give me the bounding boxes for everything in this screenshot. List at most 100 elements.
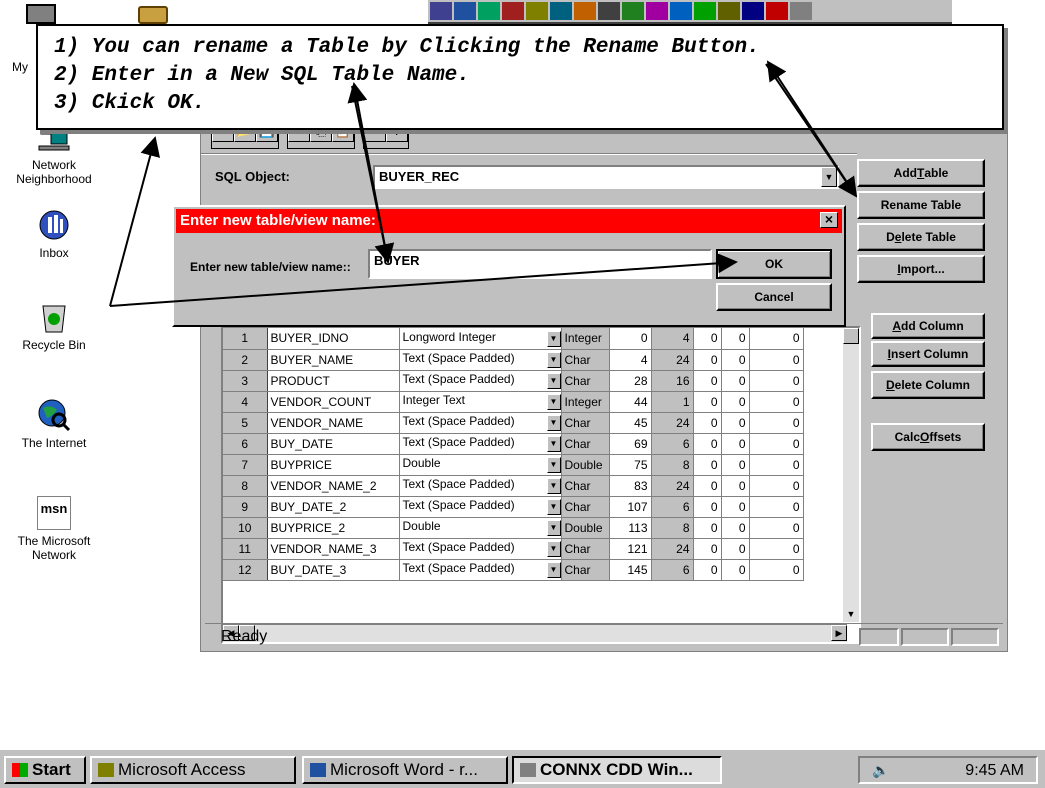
grid-cell-n[interactable]: 5 [223,412,268,434]
grid-cell-type[interactable]: Longword Integer ▼ [399,328,562,350]
grid-cell-d[interactable]: 0 [693,349,722,371]
grid-cell-a[interactable]: 0 [749,391,804,413]
grid-cell-n[interactable]: 1 [223,328,268,350]
grid-cell-type[interactable]: Text (Space Padded) ▼ [399,475,562,497]
grid-cell-type[interactable]: Text (Space Padded) ▼ [399,370,562,392]
insert-column-button[interactable]: Insert Column [871,341,985,367]
grid-cell-name[interactable]: BUY_DATE_3 [267,559,400,581]
grid-cell-off[interactable]: 44 [609,391,652,413]
grid-cell-len[interactable]: 8 [651,454,694,476]
grid-cell-d[interactable]: 0 [693,538,722,560]
grid-cell-off[interactable]: 4 [609,349,652,371]
grid-cell-off[interactable]: 28 [609,370,652,392]
chevron-down-icon[interactable]: ▼ [546,352,561,368]
grid-cell-s[interactable]: 0 [721,328,750,350]
chevron-down-icon[interactable]: ▼ [546,541,561,557]
desktop-icon-inbox[interactable]: Inbox [4,208,104,260]
grid-cell-sql[interactable]: Char [561,433,610,455]
shortcut-icon[interactable] [598,2,620,20]
grid-cell-name[interactable]: BUYER_IDNO [267,328,400,350]
grid-cell-len[interactable]: 6 [651,496,694,518]
shortcut-icon[interactable] [766,2,788,20]
chevron-down-icon[interactable]: ▼ [546,394,561,410]
grid-cell-len[interactable]: 6 [651,433,694,455]
grid-cell-a[interactable]: 0 [749,412,804,434]
table-name-input[interactable]: BUYER [368,249,712,279]
grid-cell-n[interactable]: 9 [223,496,268,518]
grid-cell-type[interactable]: Text (Space Padded) ▼ [399,496,562,518]
shortcut-icon[interactable] [526,2,548,20]
grid-cell-name[interactable]: BUYPRICE [267,454,400,476]
grid-cell-d[interactable]: 0 [693,433,722,455]
table-row[interactable]: 5 VENDOR_NAME Text (Space Padded) ▼ Char 45 24… [223,412,804,434]
grid-cell-off[interactable]: 83 [609,475,652,497]
grid-cell-len[interactable]: 1 [651,391,694,413]
grid-cell-d[interactable]: 0 [693,517,722,539]
close-icon[interactable]: × [820,212,838,228]
add-table-button[interactable]: Add Table [857,159,985,187]
desktop-icon-my-computer[interactable]: My [4,4,56,74]
grid-cell-s[interactable]: 0 [721,370,750,392]
grid-cell-s[interactable]: 0 [721,391,750,413]
table-row[interactable]: 6 BUY_DATE Text (Space Padded) ▼ Char 69 6 0 0 0 [223,433,804,455]
grid-cell-d[interactable]: 0 [693,370,722,392]
grid-cell-off[interactable]: 145 [609,559,652,581]
clock[interactable]: 9:45 AM [965,762,1024,780]
grid-cell-sql[interactable]: Double [561,454,610,476]
table-row[interactable]: 4 VENDOR_COUNT Integer Text ▼ Integer 44 1 0 0 0 [223,391,804,413]
grid-cell-sql[interactable]: Char [561,475,610,497]
grid-cell-sql[interactable]: Double [561,517,610,539]
grid-cell-name[interactable]: BUYER_NAME [267,349,400,371]
grid-cell-len[interactable]: 24 [651,538,694,560]
grid-cell-d[interactable]: 0 [693,412,722,434]
grid-cell-name[interactable]: BUY_DATE_2 [267,496,400,518]
grid-cell-sql[interactable]: Char [561,349,610,371]
grid-cell-a[interactable]: 0 [749,475,804,497]
start-button[interactable]: Start [4,756,86,784]
grid-cell-sql[interactable]: Char [561,559,610,581]
import-button[interactable]: Import... [857,255,985,283]
dialog-title-bar[interactable]: Enter new table/view name: × [176,209,842,233]
grid-cell-s[interactable]: 0 [721,412,750,434]
chevron-down-icon[interactable]: ▼ [546,415,561,431]
grid-cell-type[interactable]: Text (Space Padded) ▼ [399,538,562,560]
column-grid[interactable]: 1 BUYER_IDNO Longword Integer ▼ Integer 0 4 0 0 0… [221,326,861,644]
grid-cell-a[interactable]: 0 [749,454,804,476]
shortcut-icon[interactable] [622,2,644,20]
grid-cell-name[interactable]: VENDOR_COUNT [267,391,400,413]
grid-cell-type[interactable]: Text (Space Padded) ▼ [399,559,562,581]
grid-cell-name[interactable]: PRODUCT [267,370,400,392]
table-row[interactable]: 3 PRODUCT Text (Space Padded) ▼ Char 28 16 0 0 0 [223,370,804,392]
grid-cell-s[interactable]: 0 [721,559,750,581]
grid-cell-sql[interactable]: Integer [561,391,610,413]
grid-cell-type[interactable]: Text (Space Padded) ▼ [399,349,562,371]
grid-cell-len[interactable]: 24 [651,349,694,371]
vertical-scrollbar[interactable]: ▼ [843,328,859,622]
speaker-icon[interactable]: 🔈 [872,762,889,779]
desktop-icon-msn[interactable]: msn The Microsoft Network [4,496,104,562]
shortcut-icon[interactable] [454,2,476,20]
grid-cell-a[interactable]: 0 [749,559,804,581]
grid-cell-n[interactable]: 8 [223,475,268,497]
shortcut-icon[interactable] [478,2,500,20]
grid-cell-off[interactable]: 121 [609,538,652,560]
grid-cell-name[interactable]: VENDOR_NAME_3 [267,538,400,560]
grid-cell-off[interactable]: 69 [609,433,652,455]
table-row[interactable]: 7 BUYPRICE Double ▼ Double 75 8 0 0 0 [223,454,804,476]
taskbar-item-access[interactable]: Microsoft Access [90,756,296,784]
table-row[interactable]: 9 BUY_DATE_2 Text (Space Padded) ▼ Char 107 6 0… [223,496,804,518]
grid-cell-n[interactable]: 6 [223,433,268,455]
chevron-down-icon[interactable]: ▼ [546,373,561,389]
chevron-down-icon[interactable]: ▼ [546,330,561,347]
grid-cell-n[interactable]: 11 [223,538,268,560]
grid-cell-name[interactable]: VENDOR_NAME_2 [267,475,400,497]
scroll-thumb[interactable] [843,328,859,344]
shortcut-icon[interactable] [646,2,668,20]
desktop-icon-recycle-bin[interactable]: Recycle Bin [4,300,104,352]
grid-cell-n[interactable]: 12 [223,559,268,581]
grid-cell-n[interactable]: 4 [223,391,268,413]
sql-object-select[interactable]: BUYER_REC ▼ [373,165,839,189]
table-row[interactable]: 2 BUYER_NAME Text (Space Padded) ▼ Char 4 24 0 0… [223,349,804,371]
grid-cell-a[interactable]: 0 [749,517,804,539]
shortcut-icon[interactable] [694,2,716,20]
